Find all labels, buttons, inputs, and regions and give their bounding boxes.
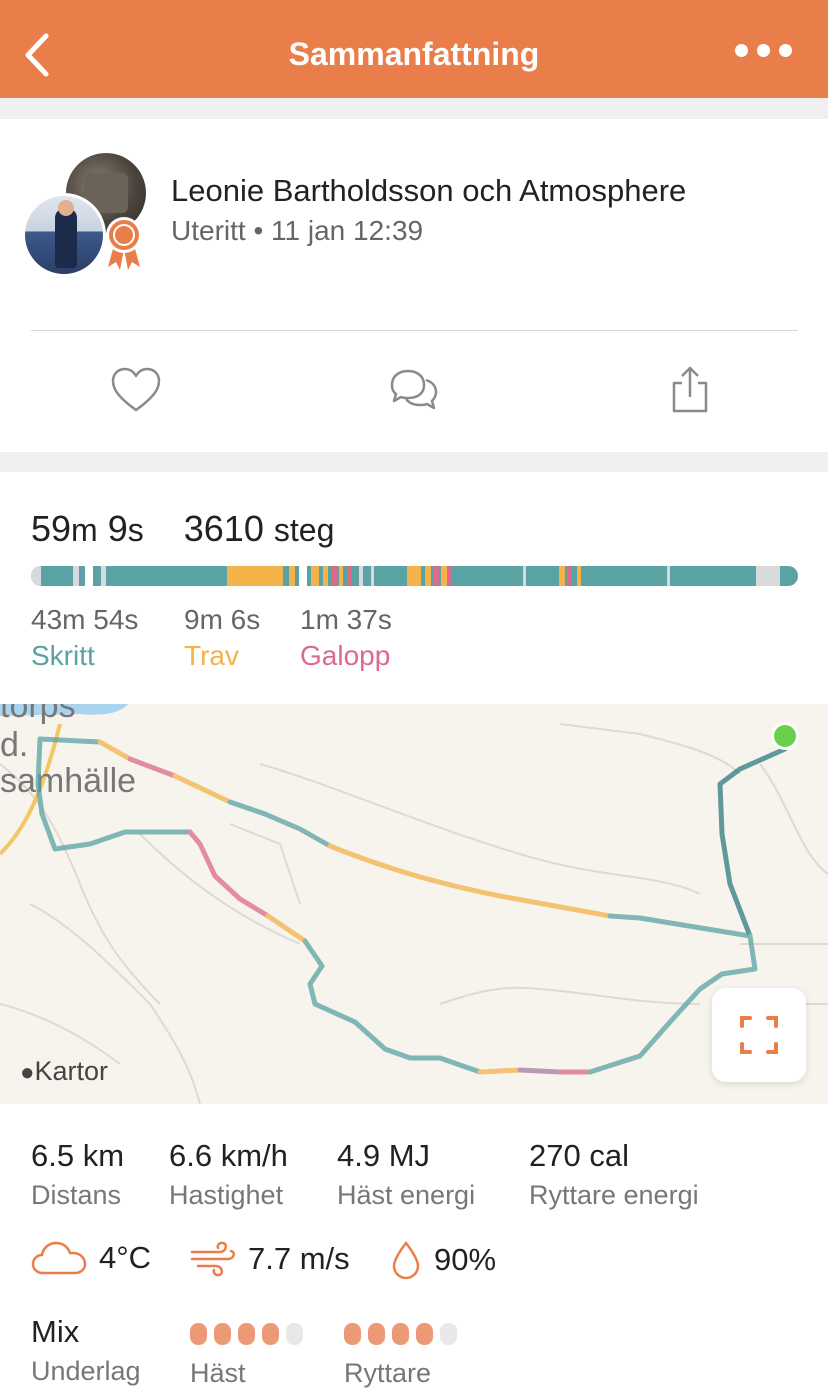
like-button[interactable] xyxy=(108,363,164,419)
droplet-icon xyxy=(392,1240,420,1280)
map-attribution: ●Kartor xyxy=(20,1056,109,1086)
rider-rating: Ryttare xyxy=(344,1314,457,1389)
gait-summary-card: 59m 9s 3610 steg 43m 54s Skritt 9m 6s Tr… xyxy=(0,472,828,704)
metric-rider-energy: 270 cal Ryttare energi xyxy=(529,1138,699,1210)
weather-wind: 7.7 m/s xyxy=(190,1240,350,1278)
gait-segment xyxy=(425,566,431,586)
heart-icon xyxy=(111,367,161,412)
gait-canter: 1m 37s Galopp xyxy=(300,604,392,671)
gait-segment xyxy=(73,566,79,586)
gait-segment xyxy=(347,566,351,586)
rating-dot xyxy=(440,1323,457,1345)
gait-trot: 9m 6s Trav xyxy=(184,604,261,671)
gait-segment xyxy=(31,566,41,586)
gait-segment xyxy=(339,566,343,586)
comments-icon xyxy=(390,369,438,410)
rating-dot xyxy=(416,1323,433,1345)
horse-rating: Häst xyxy=(190,1314,303,1389)
rating-dot xyxy=(262,1323,279,1345)
gait-segment xyxy=(331,566,337,586)
rating-dot xyxy=(286,1323,303,1345)
gait-segment xyxy=(371,566,374,586)
gait-segment xyxy=(523,566,526,586)
gait-segment xyxy=(567,566,571,586)
rider-avatar[interactable] xyxy=(22,193,106,277)
map-label: torps xyxy=(0,704,76,725)
rating-dot xyxy=(368,1323,385,1345)
map-label: samhälle xyxy=(0,762,136,800)
apple-logo-icon: ● xyxy=(20,1059,35,1086)
gait-segment xyxy=(227,566,283,586)
gait-segment xyxy=(323,566,328,586)
gait-segment xyxy=(559,566,565,586)
wind-icon xyxy=(190,1241,236,1277)
activity-participants[interactable]: Leonie Bartholdsson och Atmosphere xyxy=(171,173,686,209)
gait-segment xyxy=(447,566,451,586)
rating-dot xyxy=(344,1323,361,1345)
gait-walk: 43m 54s Skritt xyxy=(31,604,139,671)
gait-segment xyxy=(311,566,319,586)
gait-segment xyxy=(667,566,670,586)
map-canvas: torps d. samhälle xyxy=(0,704,828,1104)
share-icon xyxy=(672,366,708,413)
rating-dot xyxy=(214,1323,231,1345)
map-label: d. xyxy=(0,726,28,764)
metrics-card: 6.5 km Distans 6.6 km/h Hastighet 4.9 MJ Hä… xyxy=(0,1104,828,1393)
gait-segment xyxy=(101,566,106,586)
rating-dot xyxy=(238,1323,255,1345)
activity-header-card: Leonie Bartholdsson och Atmosphere Uteri… xyxy=(0,119,828,452)
metric-horse-energy: 4.9 MJ Häst energi xyxy=(337,1138,476,1210)
page-title: Sammanfattning xyxy=(288,36,540,72)
gait-segment xyxy=(85,566,93,586)
rating-dot xyxy=(190,1323,207,1345)
gait-segment xyxy=(433,566,439,586)
rider-rating-dots xyxy=(344,1316,457,1352)
fullscreen-map-button[interactable] xyxy=(712,988,806,1082)
cloud-icon xyxy=(31,1241,87,1275)
metric-distance: 6.5 km Distans xyxy=(31,1138,125,1210)
horse-rating-dots xyxy=(190,1316,303,1352)
comment-button[interactable] xyxy=(386,363,442,419)
surface-rating: Mix Underlag xyxy=(31,1314,141,1386)
award-ribbon-icon xyxy=(106,217,142,270)
gait-segment xyxy=(359,566,363,586)
gait-segment xyxy=(577,566,581,586)
more-button[interactable] xyxy=(735,44,792,57)
metric-speed: 6.6 km/h Hastighet xyxy=(169,1138,288,1210)
gait-timeline-bar xyxy=(31,566,798,586)
gait-segment xyxy=(289,566,295,586)
gait-segment xyxy=(407,566,421,586)
more-dots-icon xyxy=(735,44,748,57)
rating-dot xyxy=(392,1323,409,1345)
gait-segment xyxy=(299,566,307,586)
nav-bar: Sammanfattning xyxy=(0,0,828,98)
divider xyxy=(31,330,798,331)
weather-temperature: 4°C xyxy=(31,1240,151,1276)
duration-steps: 59m 9s 3610 steg xyxy=(31,508,335,549)
share-button[interactable] xyxy=(662,363,718,419)
weather-humidity: 90% xyxy=(390,1240,496,1280)
gait-segment xyxy=(756,566,780,586)
route-map[interactable]: torps d. samhälle ●Kartor xyxy=(0,704,828,1104)
activity-type-date: Uteritt • 11 jan 12:39 xyxy=(171,215,424,246)
expand-icon xyxy=(740,1016,778,1054)
